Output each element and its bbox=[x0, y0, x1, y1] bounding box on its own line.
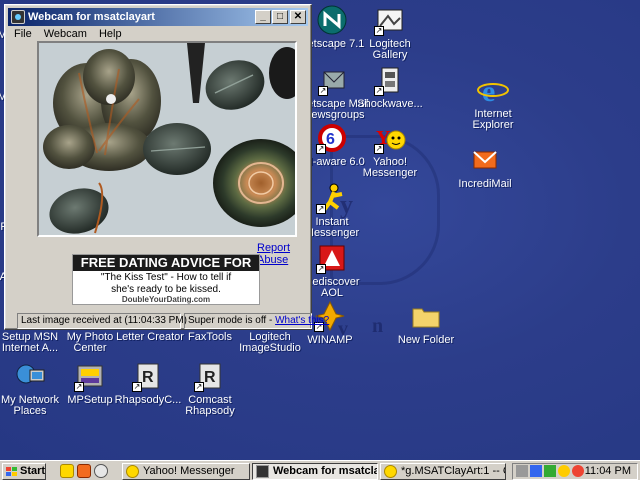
quicklaunch-yahoo-icon[interactable] bbox=[60, 464, 74, 478]
status-super-mode: Super mode is off - What's this? bbox=[184, 313, 329, 329]
status-super-mode-text: Super mode is off - bbox=[188, 315, 273, 326]
logitech-gallery-icon: ↗ bbox=[374, 4, 406, 36]
mpsetup-icon: ↗ bbox=[74, 360, 106, 392]
network-places-icon bbox=[14, 360, 46, 392]
maximize-button[interactable]: □ bbox=[272, 10, 288, 24]
whats-this-link[interactable]: What's this? bbox=[275, 315, 329, 326]
menu-webcam[interactable]: Webcam bbox=[38, 27, 93, 40]
clock: 11:04 PM bbox=[584, 465, 631, 477]
shortcut-arrow-icon: ↗ bbox=[316, 204, 326, 214]
svg-text:e: e bbox=[482, 75, 495, 106]
ad-headline: FREE DATING ADVICE FOR MEN bbox=[73, 255, 259, 286]
wallpaper-letter: n bbox=[372, 315, 384, 337]
desktop-icon-label: IncrediMail bbox=[458, 178, 512, 190]
minimize-button[interactable]: _ bbox=[255, 10, 271, 24]
desktop-icon-label: Internet Explorer bbox=[472, 108, 514, 131]
aol-icon: ↗ bbox=[316, 242, 348, 274]
desktop-icon-new-folder[interactable]: New Folder bbox=[388, 300, 464, 346]
desktop-icon-label: Yahoo! Messenger bbox=[362, 156, 418, 179]
desktop-icon-label: Comcast Rhapsody bbox=[185, 394, 235, 417]
norton-icon[interactable] bbox=[544, 465, 556, 477]
quicklaunch-media-icon[interactable] bbox=[94, 464, 108, 478]
shortcut-arrow-icon: ↗ bbox=[374, 86, 384, 96]
taskbar-item-label: Yahoo! Messenger bbox=[143, 465, 235, 477]
taskbar-item-label: Webcam for msatcla... bbox=[273, 465, 378, 477]
status-bar: Last image received at (11:04:33 PM) Sup… bbox=[17, 313, 329, 329]
yahoo-messenger-icon: Y ↗ bbox=[374, 122, 406, 154]
shortcut-arrow-icon: ↗ bbox=[132, 382, 142, 392]
taskbar-item-yahoo-messenger[interactable]: Yahoo! Messenger bbox=[122, 463, 250, 480]
shortcut-arrow-icon: ↗ bbox=[318, 86, 328, 96]
desktop-icon-internet-explorer[interactable]: e Internet Explorer bbox=[455, 74, 531, 131]
desktop-icon-logitech-gallery[interactable]: ↗ Logitech Gallery bbox=[352, 4, 428, 61]
messenger-tray-icon[interactable] bbox=[558, 465, 570, 477]
report-abuse-link[interactable]: Report Abuse bbox=[257, 242, 311, 266]
taskbar: Start Yahoo! Messenger Webcam for msatcl… bbox=[0, 460, 640, 480]
ad-line-1: "The Kiss Test" - How to tell if bbox=[100, 272, 232, 283]
menu-file[interactable]: File bbox=[8, 27, 38, 40]
taskbar-item-webcam[interactable]: Webcam for msatcla... bbox=[252, 463, 378, 480]
start-button[interactable]: Start bbox=[2, 463, 46, 480]
shortcut-arrow-icon: ↗ bbox=[194, 382, 204, 392]
ad-banner[interactable]: FREE DATING ADVICE FOR MEN "The Kiss Tes… bbox=[72, 254, 260, 305]
system-tray: 11:04 PM bbox=[512, 463, 638, 480]
shortcut-arrow-icon: ↗ bbox=[316, 264, 326, 274]
webcam-icon bbox=[11, 10, 25, 24]
desktop-icon-label: New Folder bbox=[397, 334, 455, 346]
desktop-icon-label: WINAMP bbox=[307, 334, 353, 346]
netscape-mail-icon: ↗ bbox=[318, 64, 350, 96]
desktop: y n v My My P Ac Netscape 7.1 ↗ Logitech… bbox=[0, 0, 640, 460]
volume-icon[interactable] bbox=[516, 465, 528, 477]
svg-text:R: R bbox=[142, 369, 154, 386]
comcast-rhapsody-icon: R ↗ bbox=[194, 360, 226, 392]
adaware-icon: 6 ↗ bbox=[316, 122, 348, 154]
desktop-icon-label: Shockwave... bbox=[357, 98, 423, 110]
desktop-icon-comcast-rhapsody[interactable]: R ↗ Comcast Rhapsody bbox=[172, 360, 248, 417]
windows-logo-icon bbox=[6, 467, 17, 476]
aim-icon: ↗ bbox=[316, 182, 348, 214]
status-last-image-text: Last image received at (11:04:33 PM) bbox=[21, 315, 188, 326]
taskbar-item-label: *g.MSATClayArt:1 -- Chat bbox=[401, 465, 505, 477]
shortcut-arrow-icon: ↗ bbox=[316, 144, 326, 154]
internet-explorer-icon: e bbox=[477, 74, 509, 108]
rhapsody-icon: R ↗ bbox=[132, 360, 164, 392]
ad-site: DoubleYourDating.com bbox=[121, 295, 211, 304]
shortcut-arrow-icon: ↗ bbox=[74, 382, 84, 392]
desktop-icon-yahoo-messenger[interactable]: Y ↗ Yahoo! Messenger bbox=[352, 122, 428, 179]
desktop-icon-label: Logitech Gallery bbox=[369, 38, 411, 61]
webcam-image bbox=[37, 41, 297, 237]
window-titlebar[interactable]: Webcam for msatclayart _ □ ✕ bbox=[8, 8, 308, 26]
ad-line-2: she's ready to be kissed. bbox=[111, 284, 221, 295]
start-label: Start bbox=[20, 465, 46, 477]
shockwave-icon: ↗ bbox=[374, 64, 406, 96]
svg-text:R: R bbox=[204, 369, 216, 386]
yahoo-tray-icon[interactable] bbox=[572, 465, 584, 477]
desktop-icon-shockwave[interactable]: ↗ Shockwave... bbox=[352, 64, 428, 110]
status-last-image: Last image received at (11:04:33 PM) bbox=[17, 313, 187, 329]
yahoo-messenger-icon bbox=[126, 465, 139, 478]
network-icon[interactable] bbox=[530, 465, 542, 477]
chat-icon bbox=[384, 465, 397, 478]
svg-text:6: 6 bbox=[326, 131, 335, 148]
incredimail-icon bbox=[469, 144, 501, 176]
netscape-icon bbox=[316, 4, 348, 36]
desktop-icon-incredimail[interactable]: IncrediMail bbox=[447, 144, 523, 190]
window-title: Webcam for msatclayart bbox=[28, 11, 155, 23]
close-button[interactable]: ✕ bbox=[290, 10, 306, 24]
shortcut-arrow-icon: ↗ bbox=[374, 144, 384, 154]
shortcut-arrow-icon: ↗ bbox=[374, 26, 384, 36]
folder-icon bbox=[410, 300, 442, 332]
menu-help[interactable]: Help bbox=[93, 27, 128, 40]
webcam-window: Webcam for msatclayart _ □ ✕ File Webcam H… bbox=[4, 4, 329, 330]
quicklaunch-mail-icon[interactable] bbox=[77, 464, 91, 478]
taskbar-item-chat[interactable]: *g.MSATClayArt:1 -- Chat bbox=[380, 463, 506, 480]
webcam-icon bbox=[256, 465, 269, 478]
